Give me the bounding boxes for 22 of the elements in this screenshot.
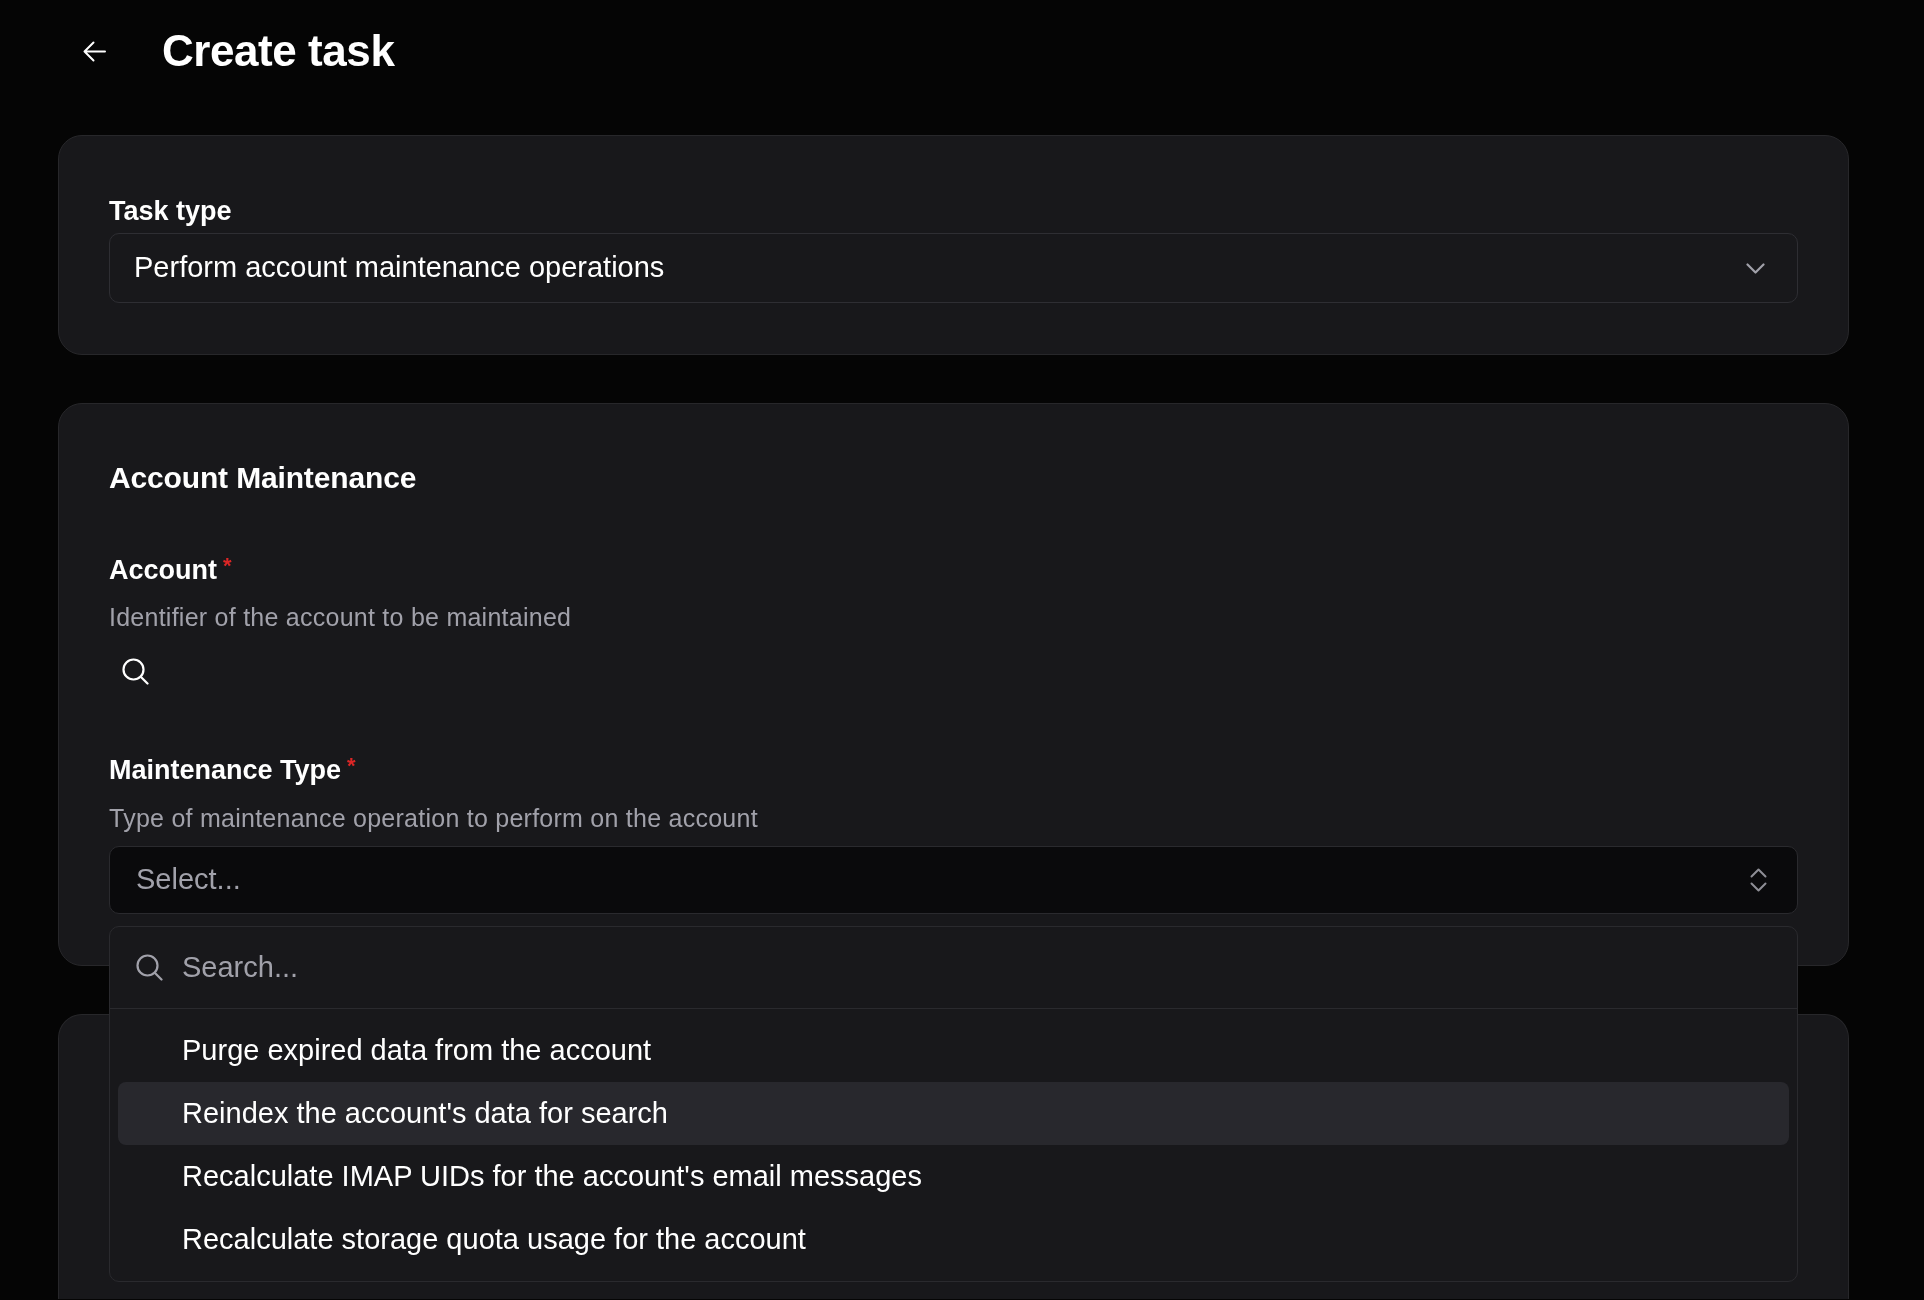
maintenance-type-select[interactable]: Select...: [109, 846, 1798, 914]
dropdown-option[interactable]: Purge expired data from the account: [118, 1019, 1789, 1082]
task-type-select[interactable]: Perform account maintenance operations: [109, 233, 1798, 303]
field-label: Account: [109, 554, 217, 587]
search-field[interactable]: Search...: [182, 942, 1777, 993]
field-label: Maintenance Type: [109, 754, 342, 787]
required-mark: *: [223, 553, 232, 579]
page-title: Create task: [162, 25, 395, 77]
dropdown-option[interactable]: Recalculate storage quota usage for the account: [118, 1208, 1789, 1271]
required-mark: *: [347, 753, 356, 779]
field-description: Type of maintenance operation to perform on the account: [109, 803, 758, 833]
field-label: Task type: [109, 195, 232, 228]
chevrons-up-down-icon: [1750, 868, 1767, 892]
search-icon: [122, 658, 149, 685]
arrow-left-icon: [83, 40, 106, 62]
dropdown-option[interactable]: Recalculate IMAP UIDs for the account's email messages: [118, 1145, 1789, 1208]
chevron-down-icon: [1746, 262, 1765, 274]
back-button[interactable]: [83, 40, 106, 62]
search-icon: [136, 954, 163, 981]
section-title: Account Maintenance: [109, 460, 417, 496]
field-description: Identifier of the account to be maintained: [109, 602, 572, 632]
dropdown-option[interactable]: Reindex the account's data for search: [118, 1082, 1789, 1145]
